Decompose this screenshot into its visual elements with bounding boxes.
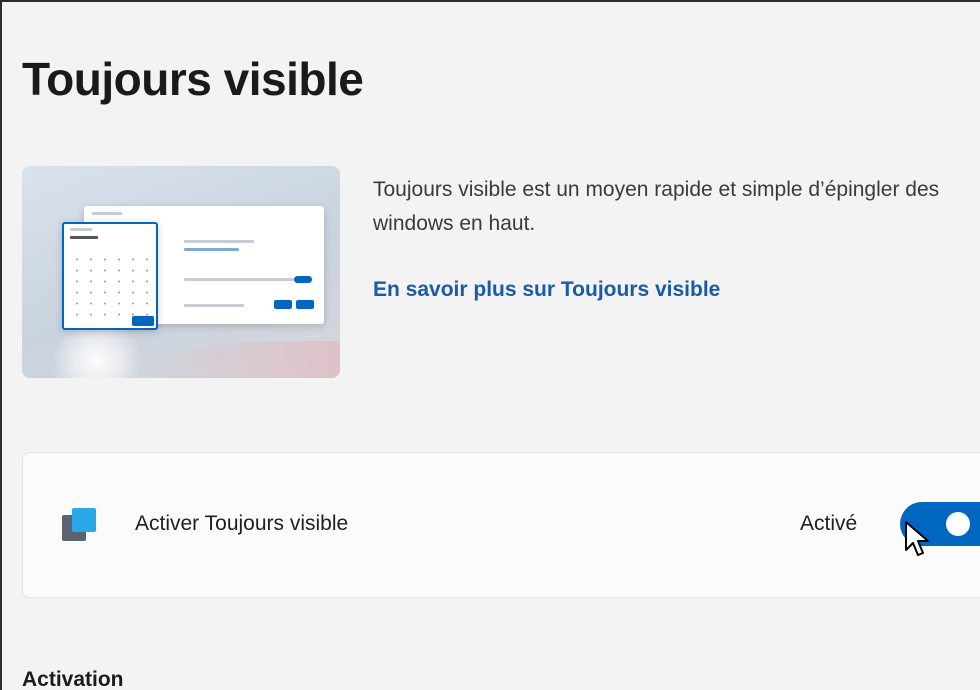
illustration-window-front	[62, 222, 158, 330]
always-on-top-icon	[62, 508, 96, 542]
learn-more-link[interactable]: En savoir plus sur Toujours visible	[373, 278, 720, 302]
illustration-toggle	[294, 276, 312, 283]
hero-wave	[142, 341, 340, 378]
mouse-cursor-icon	[905, 521, 929, 556]
toggle-knob	[946, 512, 970, 536]
illustration-line	[70, 228, 92, 231]
illustration-line	[184, 278, 294, 281]
hero-illustration	[22, 166, 340, 378]
illustration-button	[296, 300, 314, 309]
illustration-line	[184, 304, 244, 307]
illustration-button	[132, 316, 154, 326]
illustration-line	[70, 236, 98, 239]
illustration-line	[92, 212, 122, 215]
feature-description: Toujours visible est un moyen rapide et …	[373, 178, 940, 235]
section-title-activation: Activation	[22, 668, 124, 690]
page-title: Toujours visible	[22, 53, 364, 105]
setting-label: Activer Toujours visible	[135, 512, 349, 535]
illustration-grid	[70, 254, 152, 318]
illustration-button	[274, 300, 292, 309]
icon-front-square	[72, 508, 96, 532]
illustration-line	[184, 248, 239, 251]
toggle-state-label: Activé	[800, 512, 858, 535]
illustration-line	[184, 240, 254, 243]
